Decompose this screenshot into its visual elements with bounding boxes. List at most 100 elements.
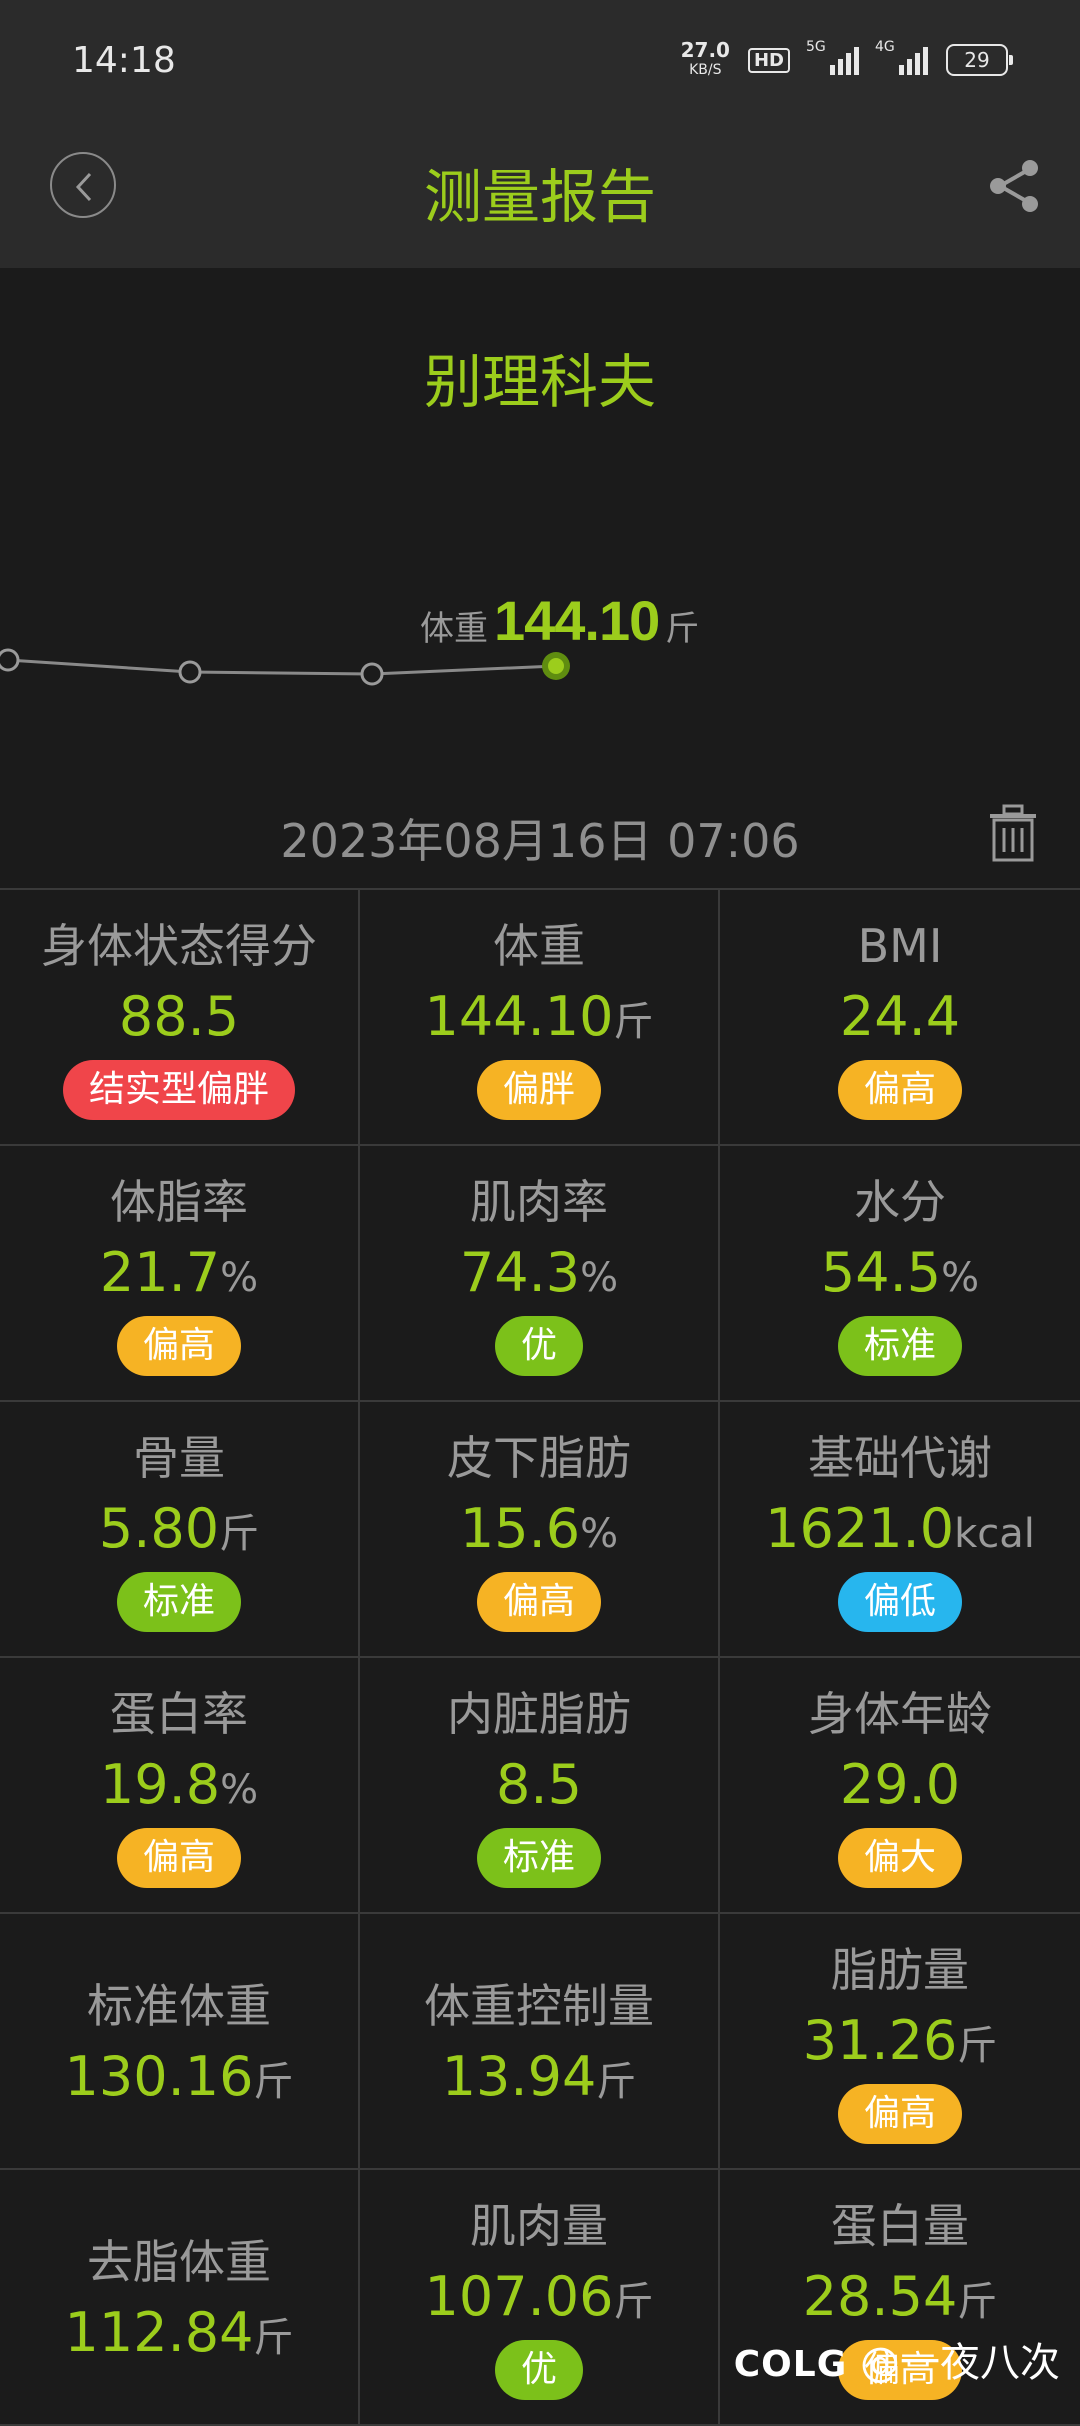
metric-cell[interactable]: 骨量 5.80斤标准 xyxy=(0,1402,360,1658)
metric-unit: 斤 xyxy=(613,999,654,1045)
metric-unit: % xyxy=(220,1255,259,1301)
trend-point xyxy=(0,648,20,672)
metric-value-row: 54.5% xyxy=(720,1238,1080,1308)
metric-cell[interactable]: 脂肪量 31.26斤偏高 xyxy=(720,1914,1080,2170)
metric-cell[interactable]: 身体状态得分 88.5 结实型偏胖 xyxy=(0,890,360,1146)
trend-point xyxy=(360,662,384,686)
metric-value-row: 13.94斤 xyxy=(360,2042,718,2112)
metric-cell[interactable]: 基础代谢 1621.0kcal 偏低 xyxy=(720,1402,1080,1658)
net-speed-value: 27.0 xyxy=(680,38,730,62)
metric-cell[interactable]: 内脏脂肪 8.5 标准 xyxy=(360,1658,720,1914)
metric-cell[interactable]: 水分 54.5% 标准 xyxy=(720,1146,1080,1402)
status-badge: 结实型偏胖 xyxy=(62,1060,295,1120)
status-time: 14:18 xyxy=(72,40,176,81)
metric-cell[interactable]: 肌肉率 74.3% 优 xyxy=(360,1146,720,1402)
status-badge: 优 xyxy=(494,2340,583,2400)
trend-point xyxy=(178,660,202,684)
status-badge: 偏胖 xyxy=(476,1060,601,1120)
metric-value-row: 19.8% xyxy=(0,1750,358,1820)
metric-value-row: 130.16斤 xyxy=(0,2042,358,2112)
metric-value: 24.4 xyxy=(839,985,961,1048)
watermark-brand: COLG xyxy=(733,2344,848,2385)
metric-value: 88.5 xyxy=(118,985,240,1048)
signal-5g-icon: 5G xyxy=(806,39,859,75)
status-badge: 偏高 xyxy=(476,1572,601,1632)
signal-4g-tag: 4G xyxy=(875,39,895,55)
metric-label: 体重 xyxy=(493,919,585,973)
net-speed: 27.0 KB/S xyxy=(681,40,730,80)
metric-label: 体脂率 xyxy=(110,1175,248,1229)
metric-cell[interactable]: 标准体重 130.16斤 xyxy=(0,1914,360,2170)
metric-cell[interactable]: 皮下脂肪 15.6% 偏高 xyxy=(360,1402,720,1658)
metric-value: 19.8 xyxy=(99,1753,221,1816)
metric-value: 29.0 xyxy=(839,1753,961,1816)
metric-label: 肌肉量 xyxy=(470,2199,608,2253)
metric-value: 28.54 xyxy=(802,2265,958,2328)
status-badge: 标准 xyxy=(837,1316,962,1376)
status-badge: 偏高 xyxy=(116,1316,241,1376)
metric-unit: 斤 xyxy=(957,2023,998,2069)
metric-value: 74.3 xyxy=(459,1241,581,1304)
metric-value-row: 21.7% xyxy=(0,1238,358,1308)
status-badge: 偏大 xyxy=(837,1828,962,1888)
metric-label: 水分 xyxy=(854,1175,946,1229)
metric-value-row: 144.10斤 xyxy=(360,982,718,1052)
metric-label: 脂肪量 xyxy=(831,1943,969,1997)
net-speed-unit: KB/S xyxy=(689,62,722,78)
metric-value-row: 24.4 xyxy=(720,982,1080,1052)
metric-label: 骨量 xyxy=(133,1431,225,1485)
metric-value: 31.26 xyxy=(802,2009,958,2072)
metric-cell[interactable]: 蛋白率 19.8% 偏高 xyxy=(0,1658,360,1914)
trash-icon[interactable] xyxy=(984,802,1042,864)
metric-unit: 斤 xyxy=(219,1511,260,1557)
battery-icon: 29 xyxy=(946,44,1013,76)
metric-value-row: 5.80斤 xyxy=(0,1494,358,1564)
metric-label: 基础代谢 xyxy=(808,1431,992,1485)
metric-value-row: 8.5 xyxy=(360,1750,718,1820)
metric-value-row: 112.84斤 xyxy=(0,2298,358,2368)
metric-unit: 斤 xyxy=(613,2279,654,2325)
metric-label: 皮下脂肪 xyxy=(447,1431,631,1485)
metric-value: 107.06 xyxy=(424,2265,614,2328)
metric-cell[interactable]: BMI 24.4 偏高 xyxy=(720,890,1080,1146)
metric-value: 15.6 xyxy=(459,1497,581,1560)
status-badge: 优 xyxy=(494,1316,583,1376)
status-badge: 偏低 xyxy=(837,1572,962,1632)
metric-value-row: 28.54斤 xyxy=(720,2262,1080,2332)
metric-cell[interactable]: 身体年龄 29.0 偏大 xyxy=(720,1658,1080,1914)
metric-label: 去脂体重 xyxy=(87,2235,271,2289)
metric-unit: 斤 xyxy=(957,2279,998,2325)
metric-unit: 斤 xyxy=(253,2059,294,2105)
trend-line xyxy=(7,658,557,676)
metrics-grid: 身体状态得分 88.5 结实型偏胖 体重 144.10斤 偏胖 BMI 24.4 偏高 体脂率 21… xyxy=(0,888,1080,2426)
metric-label: 肌肉率 xyxy=(470,1175,608,1229)
status-badge: 偏高 xyxy=(116,1828,241,1888)
metric-cell[interactable]: 肌肉量 107.06斤优 xyxy=(360,2170,720,2426)
status-badge: 偏高 xyxy=(837,2084,962,2144)
metric-value: 8.5 xyxy=(496,1753,582,1816)
metric-unit: 斤 xyxy=(253,2315,294,2361)
share-icon[interactable] xyxy=(984,156,1044,216)
metric-value-row: 107.06斤 xyxy=(360,2262,718,2332)
metric-value-row: 1621.0kcal xyxy=(720,1494,1080,1564)
user-name: 别理科夫 xyxy=(423,348,656,416)
status-bar: 14:18 27.0 KB/S HD 5G 4G 29 xyxy=(0,0,1080,130)
metric-cell[interactable]: 体脂率 21.7% 偏高 xyxy=(0,1146,360,1402)
metric-unit: % xyxy=(220,1767,259,1813)
metric-label: 标准体重 xyxy=(87,1979,271,2033)
metric-value: 54.5 xyxy=(820,1241,942,1304)
status-icons: 27.0 KB/S HD 5G 4G 29 xyxy=(681,39,1013,80)
hd-icon: HD xyxy=(747,47,790,73)
measure-datetime: 2023年08月16日 07:06 xyxy=(280,814,800,868)
metric-cell[interactable]: 体重 144.10斤偏胖 xyxy=(360,890,720,1146)
app-header: 测量报告 xyxy=(0,130,1080,268)
metric-cell[interactable]: 体重控制量 13.94斤 xyxy=(360,1914,720,2170)
weight-trend-chart[interactable] xyxy=(0,560,1080,720)
metric-label: 蛋白量 xyxy=(831,2199,969,2253)
status-badge: 标准 xyxy=(116,1572,241,1632)
signal-5g-tag: 5G xyxy=(806,39,826,55)
metric-label: 身体年龄 xyxy=(808,1687,992,1741)
metric-value: 130.16 xyxy=(64,2045,254,2108)
metric-cell[interactable]: 去脂体重 112.84斤 xyxy=(0,2170,360,2426)
metric-value-row: 29.0 xyxy=(720,1750,1080,1820)
